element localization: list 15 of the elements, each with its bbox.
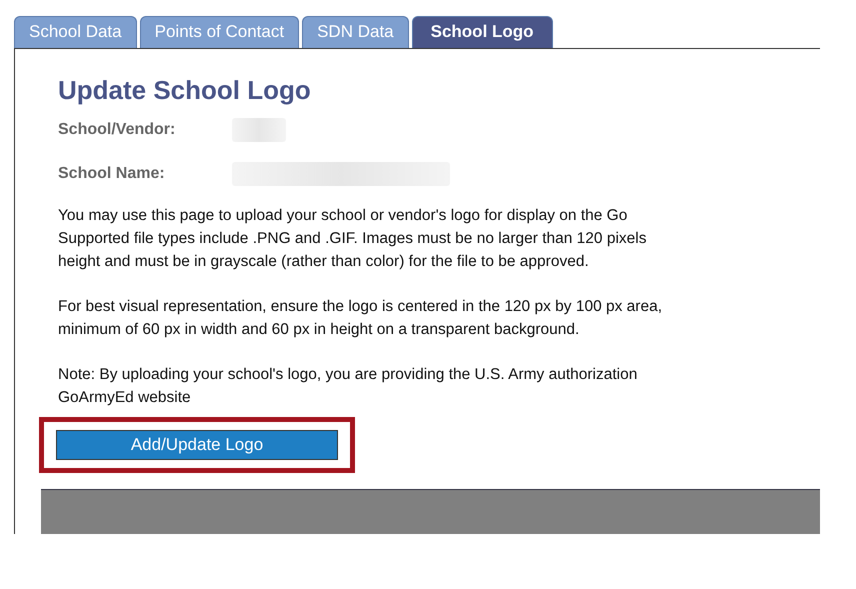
text-line: Supported file types include .PNG and .GIF. Images must be no larger than 120 pixels [58,229,648,249]
tab[interactable]: School Logo [412,16,553,48]
tab[interactable]: Points of Contact [140,16,300,48]
text-line: You may use this page to upload your school or vendor's logo for display on the Go [58,206,628,226]
tab[interactable]: School Data [14,16,137,48]
text-line: GoArmyEd website [58,388,192,408]
field-label: School Name: [58,165,166,183]
text-line: minimum of 60 px in width and 60 px in height on a transparent background. [58,320,580,340]
text-line: height and must be in grayscale (rather than color) for the file to be approved. [58,252,590,272]
page-heading: Update School Logo [58,75,312,106]
text-line: Note: By uploading your school's logo, you are providing the U.S. Army authorization [58,365,638,385]
field-label: School/Vendor: [58,121,176,139]
add-update-logo-button[interactable]: Add/Update Logo [56,430,338,460]
text-line: For best visual representation, ensure the logo is centered in the 120 px by 100 px area, [58,297,664,317]
tab[interactable]: SDN Data [302,16,409,48]
